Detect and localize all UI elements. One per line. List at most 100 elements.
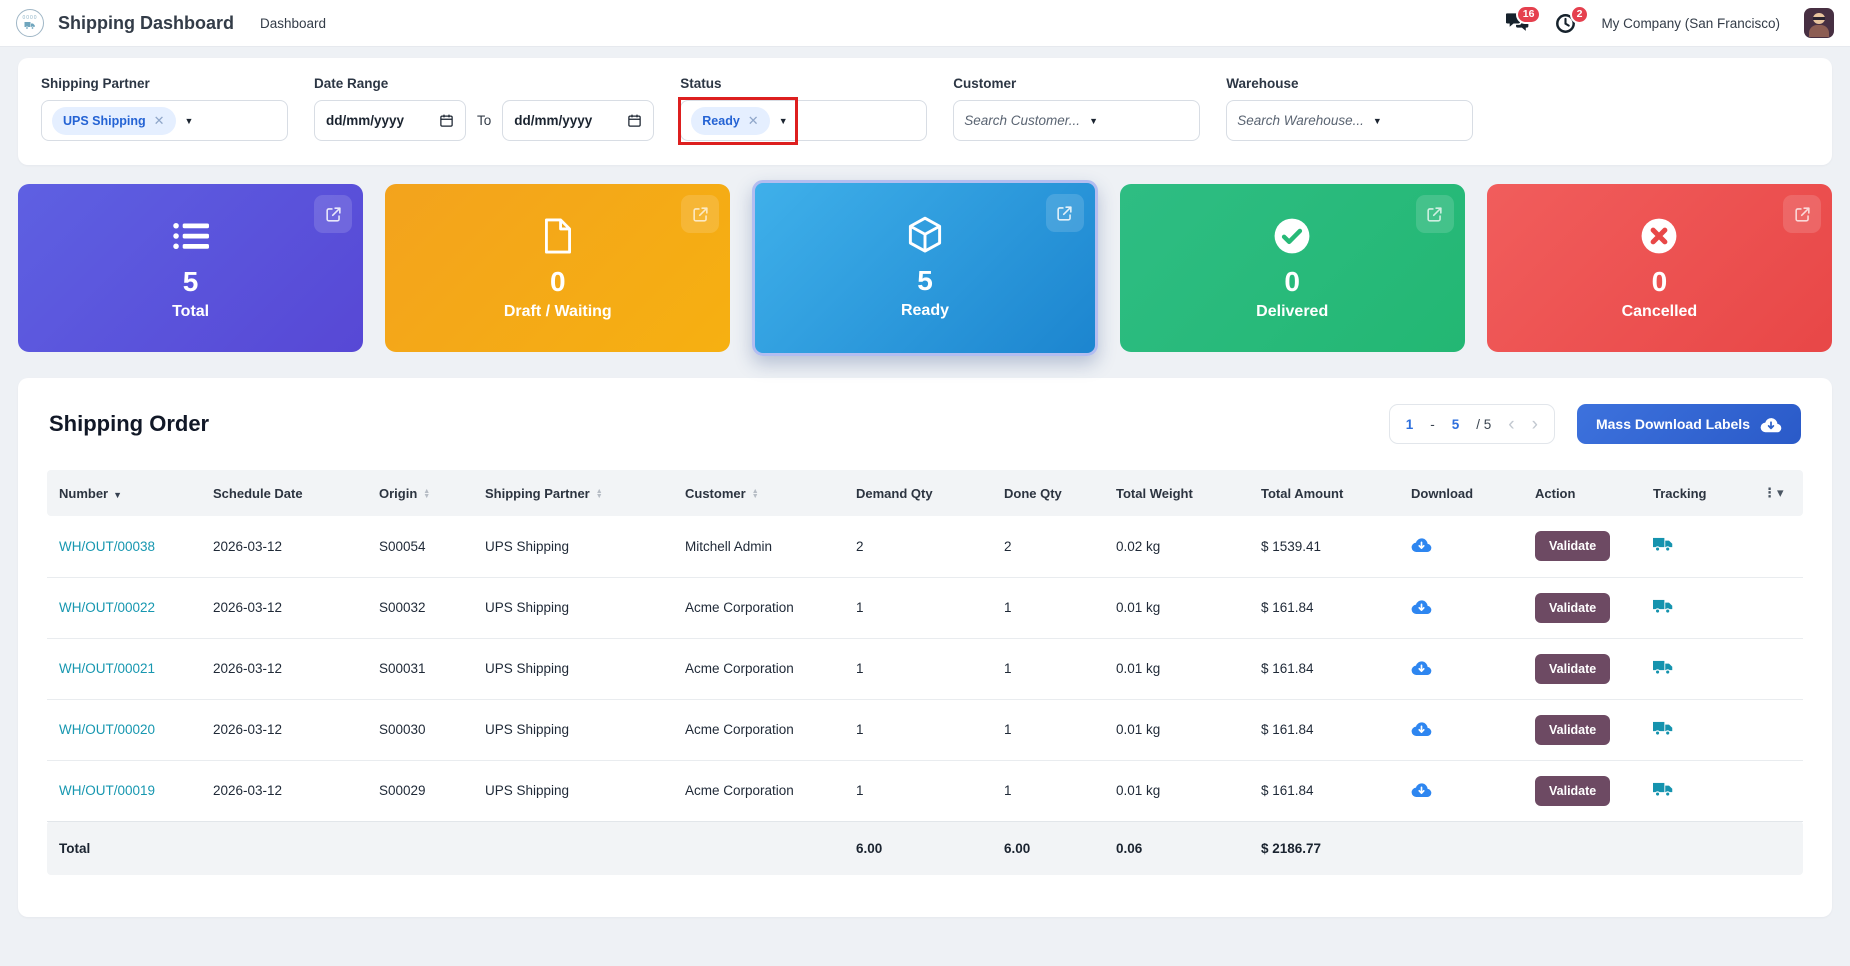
shipping-partner-cell: UPS Shipping — [479, 638, 679, 699]
col-header-total-weight[interactable]: Total Weight — [1110, 470, 1255, 516]
status-label: Status — [680, 76, 927, 91]
download-label-icon[interactable] — [1411, 720, 1432, 737]
order-number-link[interactable]: WH/OUT/00021 — [59, 661, 155, 676]
schedule-date-cell: 2026-03-12 — [207, 760, 373, 821]
card-ready-selected[interactable]: 5 Ready — [752, 180, 1097, 356]
order-number-link[interactable]: WH/OUT/00038 — [59, 539, 155, 554]
col-header-tracking: Tracking — [1647, 470, 1757, 516]
schedule-date-cell: 2026-03-12 — [207, 577, 373, 638]
sort-icon: ▲▼ — [423, 489, 430, 499]
date-to-input[interactable]: dd/mm/yyyy — [502, 100, 654, 141]
filter-status: Status Ready ✕ ▼ — [680, 76, 927, 141]
app-logo-icon[interactable]: 0000 — [16, 9, 44, 37]
column-settings-icon[interactable]: ⋮▾ — [1763, 485, 1785, 500]
total-demand-qty: 6.00 — [850, 821, 998, 875]
col-header-total-amount[interactable]: Total Amount — [1255, 470, 1405, 516]
chevron-down-icon[interactable]: ▼ — [1373, 116, 1382, 126]
col-header-demand-qty[interactable]: Demand Qty — [850, 470, 998, 516]
card-total[interactable]: 5 Total — [18, 184, 363, 352]
shipping-partner-input[interactable]: UPS Shipping ✕ ▼ — [41, 100, 288, 141]
warehouse-label: Warehouse — [1226, 76, 1473, 91]
mass-download-labels-button[interactable]: Mass Download Labels — [1577, 404, 1801, 444]
pagination-end[interactable]: 5 — [1452, 417, 1460, 432]
shipping-partner-cell: UPS Shipping — [479, 699, 679, 760]
total-done-qty: 6.00 — [998, 821, 1110, 875]
customer-cell: Acme Corporation — [679, 699, 850, 760]
pagination-total: / 5 — [1476, 417, 1491, 432]
card-cancelled[interactable]: 0 Cancelled — [1487, 184, 1832, 352]
card-cancelled-label: Cancelled — [1622, 303, 1698, 321]
chevron-down-icon[interactable]: ▼ — [1089, 116, 1098, 126]
card-total-value: 5 — [183, 266, 199, 298]
tracking-truck-icon[interactable] — [1653, 781, 1674, 798]
col-header-done-qty[interactable]: Done Qty — [998, 470, 1110, 516]
validate-button[interactable]: Validate — [1535, 776, 1610, 806]
col-header-schedule-date[interactable]: Schedule Date — [207, 470, 373, 516]
nav-menu-dashboard[interactable]: Dashboard — [260, 16, 326, 31]
shipping-order-table: Number▼ Schedule Date Origin▲▼ Shipping … — [47, 470, 1803, 875]
chevron-down-icon[interactable]: ▼ — [185, 116, 194, 126]
col-header-number[interactable]: Number▼ — [47, 470, 207, 516]
col-header-customer[interactable]: Customer▲▼ — [679, 470, 850, 516]
tracking-truck-icon[interactable] — [1653, 720, 1674, 737]
company-selector[interactable]: My Company (San Francisco) — [1601, 16, 1780, 31]
customer-search-input[interactable]: Search Customer... ▼ — [953, 100, 1200, 141]
shipping-partner-cell: UPS Shipping — [479, 760, 679, 821]
pagination-next-icon[interactable]: › — [1532, 415, 1538, 434]
total-amount-cell: $ 161.84 — [1255, 699, 1405, 760]
chevron-down-icon[interactable]: ▼ — [779, 116, 788, 126]
validate-button[interactable]: Validate — [1535, 654, 1610, 684]
validate-button[interactable]: Validate — [1535, 593, 1610, 623]
order-number-link[interactable]: WH/OUT/00019 — [59, 783, 155, 798]
pagination-prev-icon[interactable]: ‹ — [1508, 415, 1514, 434]
remove-tag-icon[interactable]: ✕ — [748, 113, 759, 129]
date-from-input[interactable]: dd/mm/yyyy — [314, 100, 466, 141]
shipping-order-title: Shipping Order — [49, 411, 209, 437]
table-row: WH/OUT/00021 2026-03-12 S00031 UPS Shipp… — [47, 638, 1803, 699]
tracking-truck-icon[interactable] — [1653, 659, 1674, 676]
validate-button[interactable]: Validate — [1535, 715, 1610, 745]
list-icon — [173, 210, 209, 262]
remove-tag-icon[interactable]: ✕ — [154, 113, 165, 129]
validate-button[interactable]: Validate — [1535, 531, 1610, 561]
status-input[interactable]: Ready ✕ ▼ — [680, 100, 927, 141]
pagination-start[interactable]: 1 — [1406, 417, 1414, 432]
total-amount-cell: $ 161.84 — [1255, 577, 1405, 638]
demand-qty-cell: 1 — [850, 760, 998, 821]
external-link-icon[interactable] — [1416, 195, 1454, 233]
external-link-icon[interactable] — [314, 195, 352, 233]
table-row: WH/OUT/00019 2026-03-12 S00029 UPS Shipp… — [47, 760, 1803, 821]
shipping-partner-cell: UPS Shipping — [479, 516, 679, 577]
shipping-partner-cell: UPS Shipping — [479, 577, 679, 638]
shipping-partner-tag: UPS Shipping ✕ — [52, 107, 176, 135]
download-label-icon[interactable] — [1411, 659, 1432, 676]
tracking-truck-icon[interactable] — [1653, 536, 1674, 553]
cloud-download-icon — [1760, 416, 1782, 433]
download-label-icon[interactable] — [1411, 598, 1432, 615]
activities-button[interactable]: 2 — [1553, 11, 1577, 35]
messages-button[interactable]: 16 — [1505, 11, 1529, 35]
card-delivered[interactable]: 0 Delivered — [1120, 184, 1465, 352]
demand-qty-cell: 1 — [850, 577, 998, 638]
warehouse-search-input[interactable]: Search Warehouse... ▼ — [1226, 100, 1473, 141]
order-number-link[interactable]: WH/OUT/00022 — [59, 600, 155, 615]
col-header-shipping-partner[interactable]: Shipping Partner▲▼ — [479, 470, 679, 516]
shipping-order-panel: Shipping Order 1 - 5 / 5 ‹ › Mass Downlo… — [18, 378, 1832, 917]
card-draft-waiting[interactable]: 0 Draft / Waiting — [385, 184, 730, 352]
download-label-icon[interactable] — [1411, 536, 1432, 553]
customer-label: Customer — [953, 76, 1200, 91]
download-label-icon[interactable] — [1411, 781, 1432, 798]
user-avatar[interactable] — [1804, 8, 1834, 38]
tracking-truck-icon[interactable] — [1653, 598, 1674, 615]
sort-icon: ▲▼ — [596, 489, 603, 499]
schedule-date-cell: 2026-03-12 — [207, 516, 373, 577]
total-weight-cell: 0.02 kg — [1110, 516, 1255, 577]
filter-shipping-partner: Shipping Partner UPS Shipping ✕ ▼ — [41, 76, 288, 141]
table-row: WH/OUT/00038 2026-03-12 S00054 UPS Shipp… — [47, 516, 1803, 577]
col-header-origin[interactable]: Origin▲▼ — [373, 470, 479, 516]
external-link-icon[interactable] — [1046, 194, 1084, 232]
external-link-icon[interactable] — [1783, 195, 1821, 233]
order-number-link[interactable]: WH/OUT/00020 — [59, 722, 155, 737]
customer-cell: Mitchell Admin — [679, 516, 850, 577]
external-link-icon[interactable] — [681, 195, 719, 233]
